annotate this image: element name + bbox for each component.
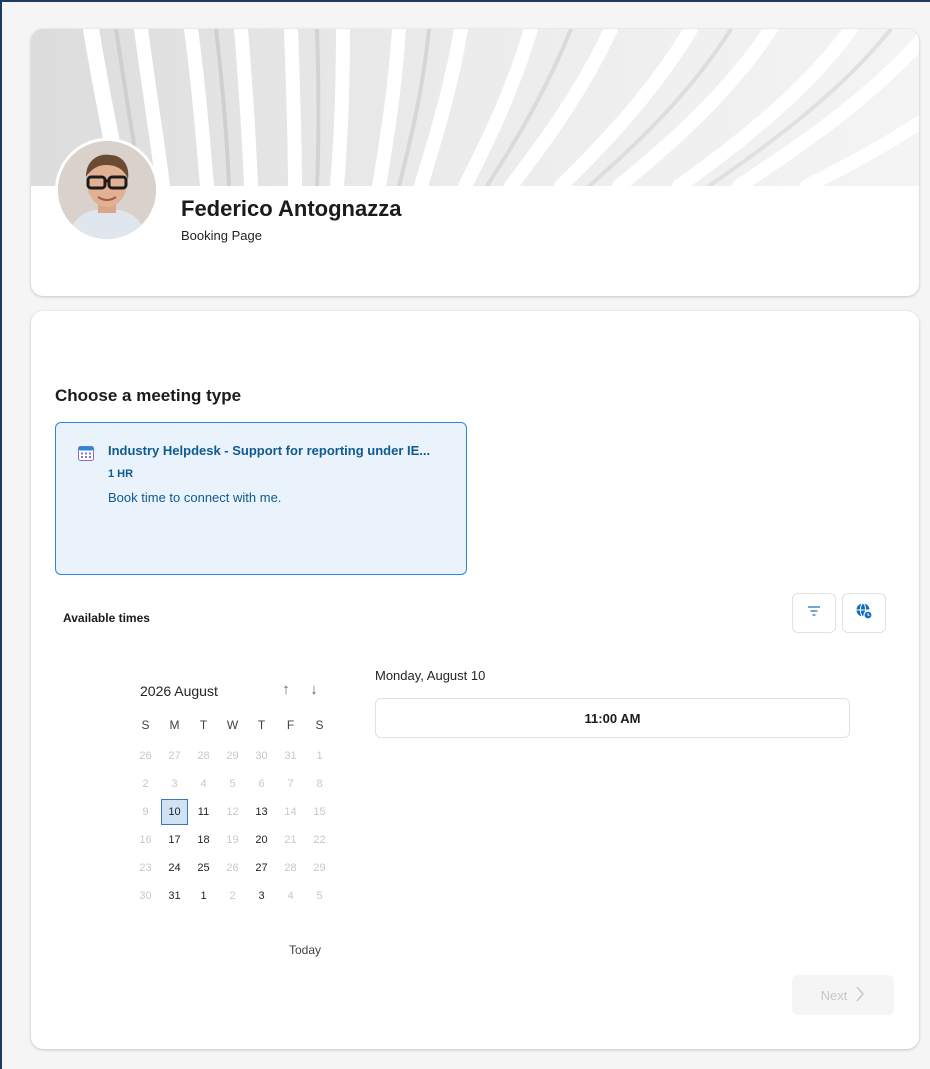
today-button[interactable]: Today: [289, 943, 321, 957]
avatar: [55, 138, 159, 242]
profile-header-card: Federico Antognazza Booking Page: [31, 29, 919, 296]
calendar-day: 19: [226, 834, 239, 846]
next-button-label: Next: [820, 987, 848, 1003]
calendar-day: 29: [226, 750, 239, 762]
calendar-day: 8: [316, 778, 323, 790]
next-button[interactable]: Next: [792, 975, 894, 1015]
weekday-header: S: [315, 718, 324, 732]
chevron-right-icon: [855, 986, 865, 1005]
calendar-day: 15: [313, 806, 326, 818]
calendar-day[interactable]: 24: [161, 855, 188, 881]
timezone-button[interactable]: [842, 593, 886, 633]
meeting-duration: 1 HR: [108, 468, 134, 480]
calendar-day: 2: [229, 890, 236, 902]
calendar-day: 28: [197, 750, 210, 762]
calendar-day[interactable]: 18: [190, 827, 217, 853]
calendar-day: 26: [226, 862, 239, 874]
host-name: Federico Antognazza: [181, 196, 402, 221]
calendar-day[interactable]: 27: [248, 855, 275, 881]
calendar-day: 12: [226, 806, 239, 818]
calendar-month-label: 2026 August: [140, 683, 218, 699]
calendar-day[interactable]: 25: [190, 855, 217, 881]
calendar-day: 31: [284, 750, 297, 762]
calendar-day: 26: [139, 750, 152, 762]
calendar-grid: S M T W T F S 26 27 28 29 30 31 1 2 3 4 5 6 7 8 9 10 11 12 13 14 15…: [131, 714, 334, 910]
filter-button[interactable]: [792, 593, 836, 633]
calendar-day: 5: [316, 890, 323, 902]
calendar-day[interactable]: 3: [248, 883, 275, 909]
calendar-day: 22: [313, 834, 326, 846]
calendar-day-selected[interactable]: 10: [161, 799, 188, 825]
calendar-day: 28: [284, 862, 297, 874]
calendar-day: 30: [139, 890, 152, 902]
calendar-day: 6: [258, 778, 265, 790]
calendar-icon: [78, 445, 94, 466]
calendar-day[interactable]: 31: [161, 883, 188, 909]
calendar-day: 4: [200, 778, 207, 790]
calendar-day: 7: [287, 778, 294, 790]
calendar-day: 1: [316, 750, 323, 762]
calendar-day[interactable]: 20: [248, 827, 275, 853]
calendar-day: 2: [142, 778, 149, 790]
calendar-day: 16: [139, 834, 152, 846]
next-month-button[interactable]: ↓: [305, 681, 323, 698]
calendar-day: 21: [284, 834, 297, 846]
banner-image: [31, 29, 919, 186]
calendar-day: 30: [255, 750, 268, 762]
calendar-day: 5: [229, 778, 236, 790]
filter-icon: [807, 604, 821, 622]
calendar-day[interactable]: 11: [190, 799, 217, 825]
calendar-day: 4: [287, 890, 294, 902]
time-slot-button[interactable]: 11:00 AM: [375, 698, 850, 738]
globe-clock-icon: [855, 602, 873, 625]
weekday-header: T: [199, 718, 208, 732]
calendar-day: 23: [139, 862, 152, 874]
available-times-label: Available times: [63, 611, 150, 625]
meeting-type-card[interactable]: Industry Helpdesk - Support for reportin…: [55, 422, 467, 575]
meeting-description: Book time to connect with me.: [108, 490, 282, 505]
selected-date-heading: Monday, August 10: [375, 668, 486, 683]
weekday-header: T: [257, 718, 266, 732]
calendar-day[interactable]: 1: [190, 883, 217, 909]
weekday-header: S: [141, 718, 150, 732]
calendar-day: 3: [171, 778, 178, 790]
page-subtitle: Booking Page: [181, 228, 262, 243]
calendar-day[interactable]: 17: [161, 827, 188, 853]
calendar-day: 29: [313, 862, 326, 874]
weekday-header: F: [286, 718, 295, 732]
weekday-header: M: [169, 718, 180, 732]
booking-card: Choose a meeting type Industry Helpdesk …: [31, 311, 919, 1049]
weekday-header: W: [226, 718, 239, 732]
section-title: Choose a meeting type: [55, 386, 242, 405]
meeting-title: Industry Helpdesk - Support for reportin…: [108, 443, 431, 458]
previous-month-button[interactable]: ↑: [277, 681, 295, 698]
calendar-day: 9: [142, 806, 149, 818]
calendar-day: 27: [168, 750, 181, 762]
calendar-day: 14: [284, 806, 297, 818]
calendar-day[interactable]: 13: [248, 799, 275, 825]
